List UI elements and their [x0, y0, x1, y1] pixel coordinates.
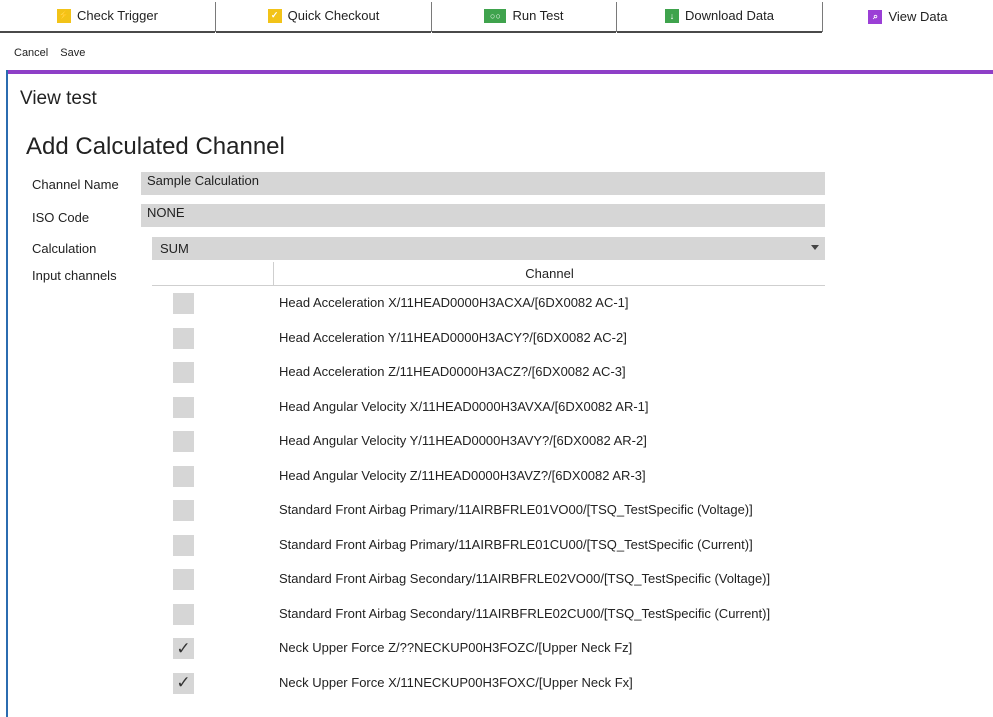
table-row: Standard Front Airbag Secondary/11AIRBFR…: [152, 597, 825, 632]
channel-label: Neck Upper Force X/11NECKUP00H3FOXC/[Upp…: [279, 674, 633, 690]
quick-checkout-icon: ✓: [267, 8, 282, 23]
channel-label: Standard Front Airbag Secondary/11AIRBFR…: [279, 571, 771, 586]
calculation-select[interactable]: SUM: [152, 237, 825, 260]
accent-divider: [8, 70, 993, 74]
channel-label: Head Acceleration X/11HEAD0000H3ACXA/[6D…: [279, 295, 629, 310]
iso-code-field[interactable]: NONE: [141, 204, 825, 227]
channel-label: Head Acceleration Z/11HEAD0000H3ACZ?/[6D…: [279, 364, 626, 379]
tab-label: Download Data: [685, 8, 774, 23]
cancel-button[interactable]: Cancel: [14, 47, 48, 59]
row-checkbox[interactable]: [173, 500, 194, 521]
row-checkbox[interactable]: [173, 431, 194, 452]
channel-column-header[interactable]: Channel: [274, 262, 825, 286]
row-checkbox[interactable]: [173, 603, 194, 625]
tab-download-data[interactable]: ↓ Download Data: [617, 0, 822, 33]
channel-label: Standard Front Airbag Primary/11AIRBFRLE…: [279, 536, 753, 552]
row-checkbox-checked[interactable]: ✓: [173, 638, 194, 659]
table-row: ✓ Neck Upper Force X/11NECKUP00H3FOXC/[U…: [152, 666, 825, 701]
chevron-down-icon[interactable]: [811, 245, 819, 250]
iso-code-label: ISO Code: [32, 210, 90, 225]
tab-label: Run Test: [512, 8, 564, 23]
channel-name-label: Channel Name: [32, 177, 119, 192]
tab-bar: ⚡ Check Trigger ✓ Quick Checkout ○○ Run …: [0, 0, 993, 33]
calculation-value: SUM: [160, 241, 189, 256]
table-row: Head Acceleration Y/11HEAD0000H3ACY?/[6D…: [152, 321, 825, 356]
channel-label: Neck Upper Force Z/??NECKUP00H3FOZC/[Upp…: [279, 640, 633, 655]
tab-label: Check Trigger: [77, 8, 158, 23]
tab-quick-checkout[interactable]: ✓ Quick Checkout: [216, 0, 431, 33]
channel-label: Head Angular Velocity X/11HEAD0000H3AVXA…: [279, 398, 649, 414]
row-checkbox[interactable]: [173, 396, 194, 418]
table-row: Standard Front Airbag Primary/11AIRBFRLE…: [152, 493, 825, 528]
panel-left-border: [6, 70, 8, 717]
table-row: Head Angular Velocity X/11HEAD0000H3AVXA…: [152, 390, 825, 425]
table-row: Head Acceleration Z/11HEAD0000H3ACZ?/[6D…: [152, 355, 825, 390]
form-title: Add Calculated Channel: [26, 133, 285, 160]
row-checkbox[interactable]: [173, 293, 194, 314]
row-checkbox-checked[interactable]: ✓: [173, 672, 194, 694]
input-channels-label: Input channels: [32, 268, 117, 283]
row-checkbox[interactable]: [173, 465, 194, 487]
table-row: Standard Front Airbag Primary/11AIRBFRLE…: [152, 528, 825, 563]
tab-view-data[interactable]: ⌕ View Data: [823, 0, 993, 33]
channel-label: Head Angular Velocity Z/11HEAD0000H3AVZ?…: [279, 467, 646, 483]
channel-grid-header: Channel: [152, 262, 825, 286]
save-button[interactable]: Save: [60, 47, 85, 59]
row-checkbox[interactable]: [173, 362, 194, 383]
tab-run-test[interactable]: ○○ Run Test: [432, 0, 616, 33]
table-row: Head Angular Velocity Y/11HEAD0000H3AVY?…: [152, 424, 825, 459]
toolbar: Cancel Save: [0, 42, 85, 64]
table-row: Head Acceleration X/11HEAD0000H3ACXA/[6D…: [152, 286, 825, 321]
check-trigger-icon: ⚡: [57, 8, 72, 23]
view-data-icon: ⌕: [868, 9, 883, 24]
tab-check-trigger[interactable]: ⚡ Check Trigger: [0, 0, 215, 33]
table-row: Head Angular Velocity Z/11HEAD0000H3AVZ?…: [152, 459, 825, 494]
channel-label: Standard Front Airbag Primary/11AIRBFRLE…: [279, 502, 753, 517]
run-test-icon: ○○: [484, 8, 507, 23]
row-checkbox[interactable]: [173, 327, 194, 349]
row-checkbox[interactable]: [173, 569, 194, 590]
calculation-label: Calculation: [32, 241, 97, 256]
channel-name-field[interactable]: Sample Calculation: [141, 172, 825, 195]
page-title: View test: [20, 88, 97, 109]
table-row: ✓ Neck Upper Force Z/??NECKUP00H3FOZC/[U…: [152, 631, 825, 666]
row-checkbox[interactable]: [173, 534, 194, 556]
channel-label: Head Angular Velocity Y/11HEAD0000H3AVY?…: [279, 433, 647, 448]
download-data-icon: ↓: [665, 8, 680, 23]
channel-label: Standard Front Airbag Secondary/11AIRBFR…: [279, 605, 771, 621]
channel-label: Head Acceleration Y/11HEAD0000H3ACY?/[6D…: [279, 329, 627, 345]
table-row: Standard Front Airbag Secondary/11AIRBFR…: [152, 562, 825, 597]
channel-grid: Head Acceleration X/11HEAD0000H3ACXA/[6D…: [152, 286, 825, 700]
tab-label: Quick Checkout: [287, 8, 380, 23]
tab-label: View Data: [888, 9, 948, 24]
